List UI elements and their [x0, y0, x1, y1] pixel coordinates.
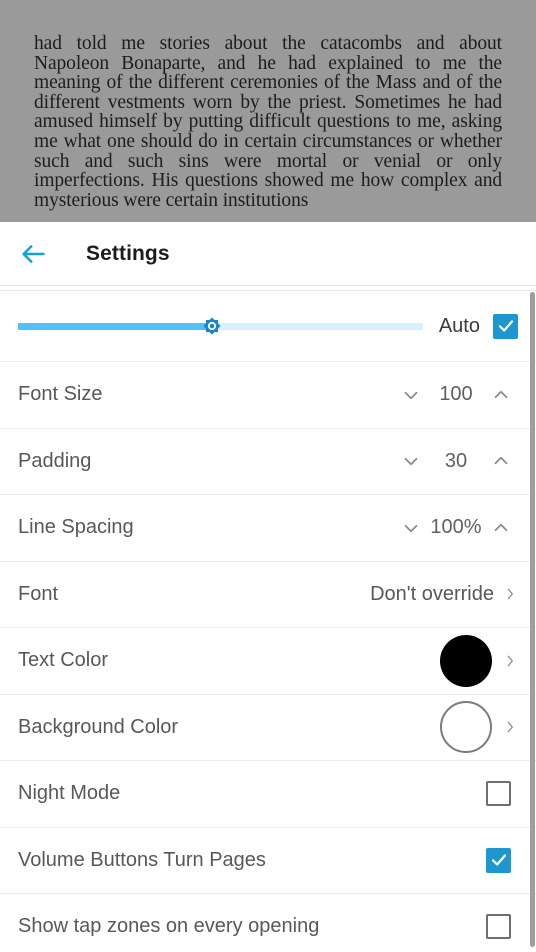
slider-track-fill	[18, 322, 213, 330]
settings-row-label: Text Color	[18, 649, 109, 672]
settings-row-night-mode[interactable]: Night Mode	[0, 761, 536, 828]
settings-row-line-spacing[interactable]: Line Spacing 100%	[0, 495, 536, 562]
stepper-value: 30	[444, 449, 468, 472]
settings-row-control	[486, 781, 518, 807]
settings-list: Font Size 100 Padding 30 Line Spacing 100% Fon…	[0, 362, 536, 952]
chevron-up-icon[interactable]	[484, 441, 518, 481]
settings-row-show-tap-zones-on-every-opening[interactable]: Show tap zones on every opening	[0, 894, 536, 952]
settings-header: Settings	[0, 222, 536, 285]
page-title: Settings	[86, 241, 170, 265]
chevron-right-icon	[502, 650, 518, 672]
settings-row-control: 100	[394, 375, 518, 415]
reader-body-text: had told me stories about the catacombs …	[34, 33, 502, 211]
chevron-right-icon	[502, 716, 518, 738]
color-swatch[interactable]	[440, 634, 492, 687]
checkbox-volume-buttons-turn-pages[interactable]	[486, 847, 511, 873]
settings-row-control: 30	[394, 441, 518, 481]
settings-row-label: Font	[18, 582, 59, 605]
settings-row-control	[486, 847, 518, 873]
settings-row-label: Line Spacing	[18, 516, 134, 539]
chevron-down-icon[interactable]	[394, 441, 428, 481]
settings-row-label: Show tap zones on every opening	[18, 915, 320, 938]
chevron-up-icon[interactable]	[484, 508, 518, 548]
settings-row-volume-buttons-turn-pages[interactable]: Volume Buttons Turn Pages	[0, 827, 536, 894]
chevron-down-icon[interactable]	[394, 375, 428, 415]
reader-page-background: had told me stories about the catacombs …	[0, 0, 536, 222]
auto-brightness-label: Auto	[438, 314, 480, 337]
checkbox-show-tap-zones-on-every-opening[interactable]	[486, 914, 511, 940]
brightness-sun-icon[interactable]	[198, 312, 226, 340]
settings-row-label: Font Size	[18, 383, 103, 406]
settings-row-control: Don't override	[370, 583, 518, 606]
settings-row-font-size[interactable]: Font Size 100	[0, 362, 536, 429]
color-swatch[interactable]	[440, 701, 492, 754]
settings-row-control	[440, 634, 518, 687]
chevron-down-icon[interactable]	[394, 508, 428, 548]
settings-sheet: Settings Auto Font Size 100 Padding 30 L…	[0, 222, 536, 952]
settings-row-text-color[interactable]: Text Color	[0, 628, 536, 695]
back-button[interactable]	[5, 226, 61, 282]
settings-row-value: Don't override	[370, 582, 494, 605]
settings-row-label: Volume Buttons Turn Pages	[18, 848, 266, 871]
arrow-left-icon	[19, 240, 47, 268]
auto-brightness-checkbox[interactable]	[493, 313, 518, 339]
settings-screen: had told me stories about the catacombs …	[0, 0, 536, 952]
settings-row-control	[486, 914, 518, 940]
settings-row-label: Background Color	[18, 715, 179, 738]
chevron-up-icon[interactable]	[484, 375, 518, 415]
settings-row-background-color[interactable]: Background Color	[0, 694, 536, 761]
checkbox-night-mode[interactable]	[486, 781, 511, 807]
settings-row-control	[440, 701, 518, 754]
vertical-scrollbar[interactable]	[530, 292, 535, 947]
settings-row-label: Night Mode	[18, 782, 121, 805]
chevron-right-icon	[502, 583, 518, 605]
settings-row-control: 100%	[394, 508, 518, 548]
brightness-row: Auto	[0, 291, 536, 362]
stepper-value: 100	[439, 383, 473, 406]
stepper-value: 100%	[430, 516, 482, 539]
settings-row-label: Padding	[18, 449, 92, 472]
settings-row-padding[interactable]: Padding 30	[0, 428, 536, 495]
brightness-slider[interactable]	[18, 308, 423, 344]
settings-row-font[interactable]: Font Don't override	[0, 561, 536, 628]
